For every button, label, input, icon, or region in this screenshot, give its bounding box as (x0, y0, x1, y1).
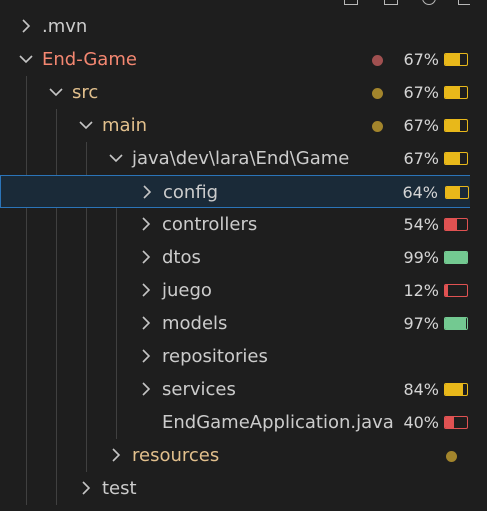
coverage-bar (444, 86, 468, 99)
coverage-bar-fill (445, 384, 464, 395)
explorer-toolbar (340, 0, 480, 5)
tree-item-services[interactable]: services 84% (0, 373, 487, 406)
chevron-right-icon[interactable] (138, 380, 154, 398)
tree-item-label: EndGameApplication.java (162, 412, 394, 433)
tree-item-label: services (162, 379, 236, 400)
git-status-dot (446, 451, 457, 462)
chevron-down-icon[interactable] (78, 116, 94, 134)
coverage-percent: 67% (403, 116, 439, 135)
coverage-percent: 67% (403, 83, 439, 102)
tree-item-main[interactable]: main 67% (0, 109, 487, 142)
tree-item-test[interactable]: test (0, 472, 487, 505)
coverage-bar-fill (446, 187, 461, 198)
coverage-bar-fill (445, 318, 467, 329)
coverage-bar-fill (445, 219, 457, 230)
coverage-bar-fill (445, 87, 460, 98)
tree-item-label: main (102, 115, 147, 136)
scrollbar-track[interactable] (470, 0, 487, 511)
chevron-right-icon[interactable] (78, 479, 94, 497)
file-explorer-tree: .mvn End-Game 67% src 67% main 67% java\dev\lar… (0, 0, 487, 511)
coverage-bar-fill (445, 153, 460, 164)
chevron-down-icon[interactable] (108, 149, 124, 167)
chevron-right-icon[interactable] (138, 248, 154, 266)
coverage-bar (444, 152, 468, 165)
git-status-dot (372, 121, 383, 132)
tree-item-label: src (72, 82, 99, 103)
tree-item-src[interactable]: src 67% (0, 76, 487, 109)
tree-item-label: config (163, 182, 219, 203)
coverage-bar (444, 119, 468, 132)
tree-item-models[interactable]: models 97% (0, 307, 487, 340)
chevron-right-icon[interactable] (138, 314, 154, 332)
new-folder-icon[interactable] (384, 0, 398, 5)
tree-item-label: java\dev\lara\End\Game (132, 148, 350, 169)
git-status-dot (372, 88, 383, 99)
chevron-right-icon[interactable] (138, 281, 154, 299)
tree-item-end-game[interactable]: End-Game 67% (0, 43, 487, 76)
tree-item-label: repositories (162, 346, 268, 367)
coverage-percent: 40% (403, 413, 439, 432)
tree-item-label: resources (132, 445, 220, 466)
new-file-icon[interactable] (344, 0, 358, 5)
coverage-bar (444, 383, 468, 396)
coverage-bar (444, 284, 468, 297)
chevron-down-icon[interactable] (48, 83, 64, 101)
tree-item-label: End-Game (42, 49, 137, 70)
tree-item-repositories[interactable]: repositories (0, 340, 487, 373)
tree-item-config[interactable]: config 64% (0, 175, 487, 208)
tree-item-juego[interactable]: juego 12% (0, 274, 487, 307)
tree-item-label: test (102, 478, 137, 499)
tree-item-label: juego (162, 280, 212, 301)
coverage-bar-fill (445, 252, 467, 263)
tree-item-java-dev-lara-end-game[interactable]: java\dev\lara\End\Game 67% (0, 142, 487, 175)
chevron-right-icon[interactable] (139, 183, 155, 201)
tree-item-resources[interactable]: resources (0, 439, 487, 472)
coverage-percent: 67% (403, 50, 439, 69)
tree-item-dtos[interactable]: dtos 99% (0, 241, 487, 274)
tree-item-endgameapplication-java[interactable]: EndGameApplication.java 40% (0, 406, 487, 439)
coverage-bar (444, 416, 468, 429)
chevron-right-icon[interactable] (138, 215, 154, 233)
tree-item-label: dtos (162, 247, 201, 268)
coverage-bar (444, 53, 468, 66)
tree-item-label: controllers (162, 214, 258, 235)
coverage-bar (444, 251, 468, 264)
tree-item-label: .mvn (42, 16, 88, 37)
coverage-percent: 67% (403, 149, 439, 168)
coverage-percent: 54% (403, 215, 439, 234)
tree-item-label: models (162, 313, 228, 334)
chevron-right-icon[interactable] (18, 17, 34, 35)
coverage-percent: 97% (403, 314, 439, 333)
coverage-bar-fill (445, 120, 460, 131)
refresh-icon[interactable] (422, 0, 436, 5)
tree-item-mvn[interactable]: .mvn (0, 10, 487, 43)
coverage-bar (445, 186, 469, 199)
coverage-bar-fill (445, 417, 454, 428)
coverage-bar-fill (445, 54, 460, 65)
coverage-bar-fill (445, 285, 448, 296)
chevron-right-icon[interactable] (138, 347, 154, 365)
coverage-percent: 99% (403, 248, 439, 267)
tree-item-controllers[interactable]: controllers 54% (0, 208, 487, 241)
chevron-right-icon[interactable] (108, 446, 124, 464)
coverage-percent: 12% (403, 281, 439, 300)
chevron-down-icon[interactable] (18, 50, 34, 68)
git-status-dot (372, 55, 383, 66)
coverage-percent: 64% (402, 183, 438, 202)
coverage-percent: 84% (403, 380, 439, 399)
coverage-bar (444, 317, 468, 330)
coverage-bar (444, 218, 468, 231)
